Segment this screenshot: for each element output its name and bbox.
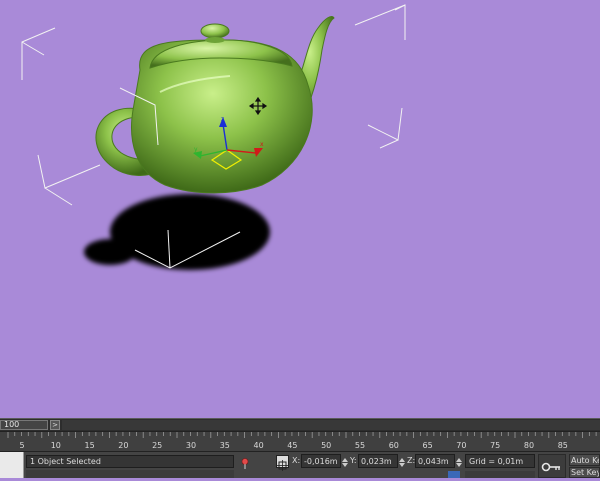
track-bar-ruler: 5 10 15 20 25 30 35 40 45 50 55 60 65 70 75 80 85	[7, 432, 597, 450]
ruler-tick-label: 60	[389, 441, 399, 450]
y-coord-spinner[interactable]	[399, 454, 405, 468]
ruler-tick-label: 45	[287, 441, 297, 450]
set-key-button[interactable]: Set Key	[569, 467, 600, 478]
ruler-tick-label: 30	[186, 441, 196, 450]
teapot-shadow	[84, 194, 270, 270]
y-coord-value: 0,023m	[361, 457, 392, 466]
ruler-tick-label: 40	[254, 441, 264, 450]
ruler-tick-label: 65	[423, 441, 433, 450]
auto-key-button[interactable]: Auto Key	[569, 454, 600, 466]
spinner-arrows-icon	[399, 458, 405, 467]
ruler-tick-label: 70	[456, 441, 466, 450]
ruler-tick-label: 75	[490, 441, 500, 450]
ruler-tick-label: 25	[152, 441, 162, 450]
time-slider-next-button[interactable]: >	[50, 420, 60, 430]
ruler-tick-label: 55	[355, 441, 365, 450]
x-coord-spinner[interactable]	[342, 454, 348, 468]
ruler-tick-label: 15	[85, 441, 95, 450]
z-coord-field[interactable]: 0,043m	[415, 454, 455, 468]
time-slider-track[interactable]	[62, 420, 600, 430]
time-slider-label: 100	[4, 420, 20, 429]
viewport-scene: z y x	[21, 4, 406, 270]
key-icon	[541, 462, 560, 472]
z-coord-label: Z:	[407, 456, 416, 465]
set-key-label: Set Key	[571, 468, 600, 477]
perspective-viewport[interactable]: z y x	[0, 0, 600, 418]
spinner-arrows-icon	[342, 458, 348, 467]
set-keys-button[interactable]	[538, 454, 566, 478]
x-coord-value: -0,016m	[304, 457, 338, 466]
svg-text:z: z	[221, 116, 224, 123]
ruler-tick-label: 10	[51, 441, 61, 450]
grid-size-text: Grid = 0,01m	[469, 457, 524, 466]
ruler-tick-label: 35	[220, 441, 230, 450]
teapot-model	[95, 15, 335, 194]
time-slider-bar: 100 >	[0, 418, 600, 432]
svg-text:y: y	[194, 146, 198, 153]
pin-icon	[241, 458, 249, 469]
maxscript-listener[interactable]	[0, 452, 24, 478]
time-slider[interactable]: 100	[0, 420, 48, 430]
y-coord-label: Y:	[350, 456, 357, 465]
auto-key-label: Auto Key	[571, 456, 599, 465]
z-coord-value: 0,043m	[418, 457, 449, 466]
absolute-mode-toggle[interactable]	[276, 455, 289, 471]
absolute-mode-icon	[277, 460, 288, 471]
x-coord-field[interactable]: -0,016m	[301, 454, 341, 468]
selection-status-field: 1 Object Selected	[26, 455, 234, 468]
y-coord-field[interactable]: 0,023m	[358, 454, 398, 468]
svg-text:x: x	[260, 141, 264, 148]
lock-selection-button[interactable]	[238, 455, 252, 469]
ruler-tick-label: 80	[524, 441, 534, 450]
ruler-tick-label: 5	[19, 441, 24, 450]
ruler-tick-label: 20	[118, 441, 128, 450]
status-bar: 1 Object Selected X: -0,016m Y: 0,023m Z…	[0, 451, 600, 478]
track-bar[interactable]: 5 10 15 20 25 30 35 40 45 50 55 60 65 70 75 80 85	[0, 431, 600, 452]
ruler-tick-label: 50	[321, 441, 331, 450]
ruler-tick-label: 85	[558, 441, 568, 450]
spinner-arrows-icon	[456, 458, 462, 467]
grid-size-field: Grid = 0,01m	[465, 454, 535, 468]
selection-status-text: 1 Object Selected	[30, 457, 101, 466]
x-coord-label: X:	[292, 456, 301, 465]
z-coord-spinner[interactable]	[456, 454, 462, 468]
